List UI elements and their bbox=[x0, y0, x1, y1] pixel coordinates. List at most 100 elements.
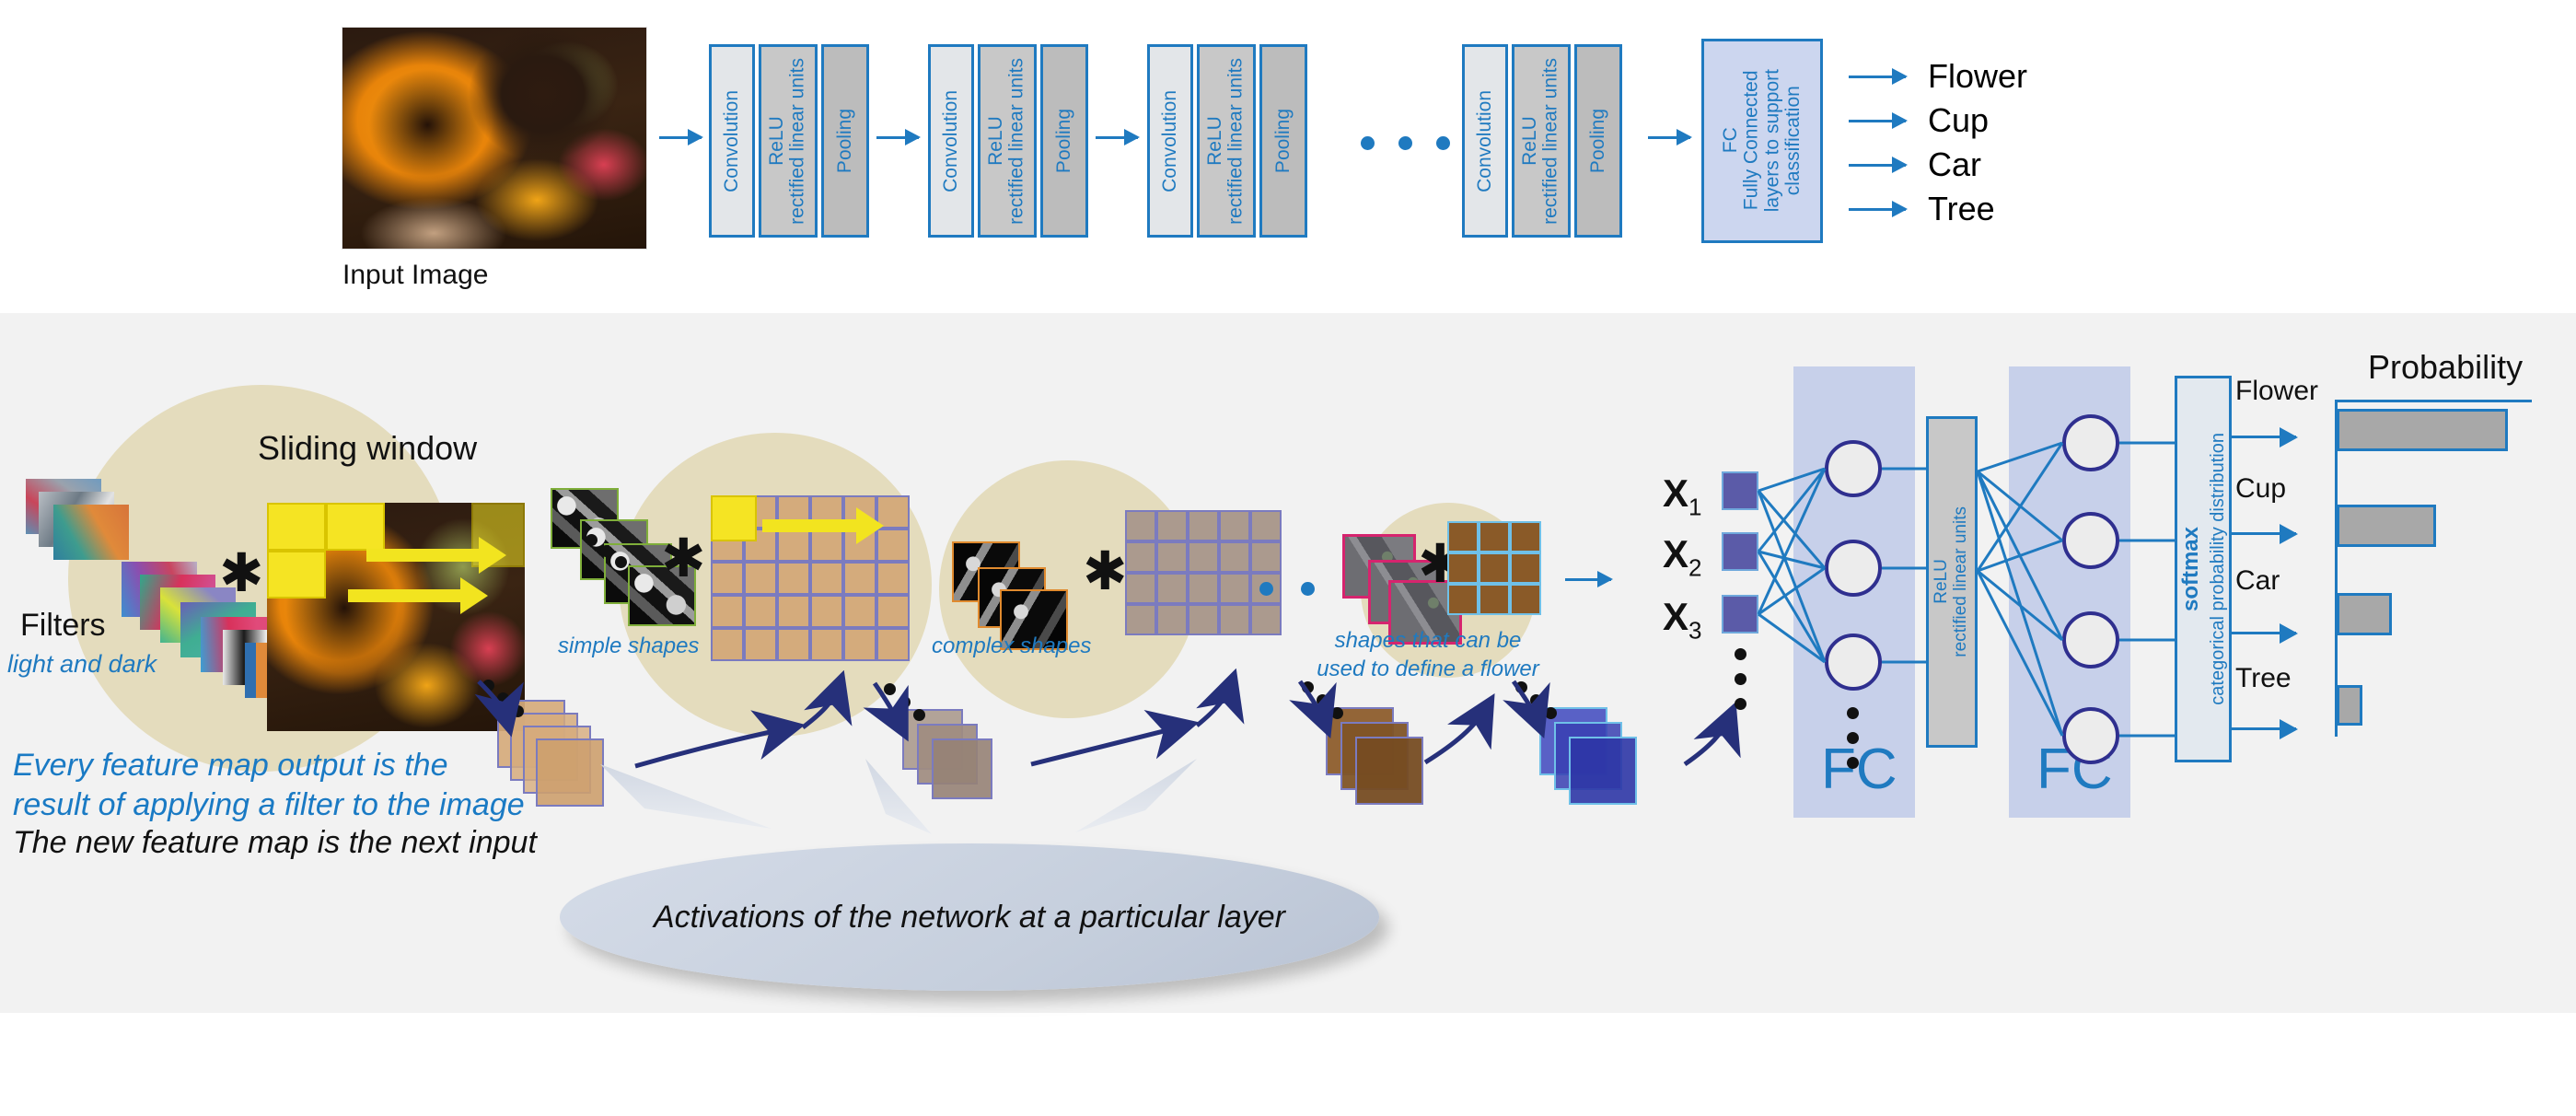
sliding-window-highlight-stage-2 bbox=[711, 495, 757, 541]
class-label-flower: Flower bbox=[2235, 376, 2319, 406]
sliding-window-cell-a bbox=[267, 503, 326, 551]
input-x1-label: X1 bbox=[1663, 471, 1702, 521]
activations-callout: Activations of the network at a particul… bbox=[560, 843, 1379, 991]
hidden-neuron-1 bbox=[1825, 440, 1882, 497]
output-neuron-flower bbox=[2062, 414, 2119, 471]
arrow-softmax-car bbox=[2232, 623, 2298, 644]
arrow-block2-to-block3 bbox=[1096, 129, 1140, 145]
feature-grid-stage-3 bbox=[1125, 510, 1282, 635]
softmax-label: softmax bbox=[2177, 526, 2203, 612]
filters-label: Filters bbox=[20, 608, 106, 643]
input-x3-label: X3 bbox=[1663, 595, 1702, 645]
output-neuron-car bbox=[2062, 611, 2119, 668]
arrow-block4-to-fc bbox=[1648, 129, 1692, 145]
relu-block-4-label: ReLU rectified linear units bbox=[1519, 57, 1561, 225]
convolution-operator-3: ✱ bbox=[1083, 541, 1128, 601]
stage-3-label: complex shapes bbox=[932, 634, 1092, 658]
output-label-flower: Flower bbox=[1928, 57, 2028, 95]
pool-block-2-label: Pooling bbox=[1052, 108, 1074, 174]
relu-block-3-label: ReLU rectified linear units bbox=[1204, 57, 1247, 225]
arrow-softmax-cup bbox=[2232, 524, 2298, 544]
input-x2-label: X2 bbox=[1663, 532, 1702, 582]
arrow-out-tree bbox=[1849, 201, 1908, 217]
feature-grid-stage-4 bbox=[1447, 521, 1541, 615]
output-label-cup: Cup bbox=[1928, 101, 1990, 139]
convolution-operator-1: ✱ bbox=[219, 543, 264, 603]
feature-map-stack-1-dots bbox=[482, 680, 538, 726]
arrow-stage4-to-fc bbox=[1565, 571, 1613, 587]
stage-2-label: simple shapes bbox=[558, 634, 700, 658]
relu-block-1: ReLU rectified linear units bbox=[759, 44, 818, 238]
softmax-bar: softmax categorical probability distribu… bbox=[2175, 376, 2232, 762]
fc-block-top-label: FC Fully Connected layers to support classi… bbox=[1719, 69, 1804, 213]
arrow-softmax-tree bbox=[2232, 719, 2298, 739]
pool-block-3: Pooling bbox=[1259, 44, 1307, 238]
conv-block-4: Convolution bbox=[1462, 44, 1508, 238]
input-vector-ellipsis bbox=[1735, 648, 1746, 710]
conv-block-3-label: Convolution bbox=[1158, 89, 1180, 192]
input-x2-box bbox=[1722, 532, 1758, 571]
probability-bar-tree bbox=[2337, 685, 2362, 726]
filter-stack-2-dots bbox=[586, 534, 659, 580]
pool-block-4-label: Pooling bbox=[1586, 108, 1608, 174]
footer-strip bbox=[0, 1013, 2576, 1116]
feature-map-caption-black: The new feature map is the next input bbox=[13, 825, 537, 860]
relu-block-4: ReLU rectified linear units bbox=[1512, 44, 1571, 238]
filters-sublabel: light and dark bbox=[7, 650, 157, 678]
output-label-car: Car bbox=[1928, 145, 1982, 183]
feature-map-stack-3-dots bbox=[1302, 681, 1357, 727]
arrow-out-flower bbox=[1849, 68, 1908, 85]
conv-block-2-label: Convolution bbox=[939, 89, 961, 192]
relu-block-2-label: ReLU rectified linear units bbox=[985, 57, 1027, 225]
conv-block-1: Convolution bbox=[709, 44, 755, 238]
fc-block-top: FC Fully Connected layers to support classi… bbox=[1701, 39, 1823, 243]
feature-map-stack-4-dots bbox=[1515, 681, 1571, 727]
probability-bar-cup bbox=[2337, 505, 2436, 547]
input-x1-box bbox=[1722, 471, 1758, 510]
sliding-window-cell-c bbox=[326, 503, 385, 551]
output-neuron-cup bbox=[2062, 512, 2119, 569]
output-neuron-tree bbox=[2062, 707, 2119, 764]
class-label-cup: Cup bbox=[2235, 473, 2287, 504]
softmax-sublabel: categorical probability distribution bbox=[2207, 433, 2228, 705]
input-x3-box bbox=[1722, 595, 1758, 634]
pipeline-ellipsis bbox=[1361, 136, 1450, 150]
pool-block-2: Pooling bbox=[1040, 44, 1088, 238]
pool-block-4: Pooling bbox=[1574, 44, 1622, 238]
stage-4-caption: shapes that can be used to define a flowe… bbox=[1317, 628, 1539, 682]
relu-block-1-label: ReLU rectified linear units bbox=[766, 57, 808, 225]
conv-block-1-label: Convolution bbox=[720, 89, 742, 192]
conv-block-4-label: Convolution bbox=[1473, 89, 1495, 192]
pool-block-3-label: Pooling bbox=[1271, 108, 1294, 174]
arrow-block1-to-block2 bbox=[876, 129, 921, 145]
arrow-softmax-flower bbox=[2232, 427, 2298, 448]
class-label-tree: Tree bbox=[2235, 663, 2292, 693]
conv-block-2: Convolution bbox=[928, 44, 974, 238]
relu-bar-fc: ReLU rectified linear units bbox=[1926, 416, 1978, 748]
probability-bar-flower bbox=[2337, 409, 2508, 451]
feature-map-stack-2-dots bbox=[884, 683, 939, 729]
class-label-car: Car bbox=[2235, 565, 2280, 596]
arrow-out-car bbox=[1849, 157, 1908, 173]
probability-chart-title: Probability bbox=[2368, 348, 2524, 386]
output-label-tree: Tree bbox=[1928, 190, 1995, 227]
sliding-window-label: Sliding window bbox=[258, 429, 478, 467]
conv-block-3: Convolution bbox=[1147, 44, 1193, 238]
relu-block-3: ReLU rectified linear units bbox=[1197, 44, 1256, 238]
arrow-out-cup bbox=[1849, 112, 1908, 129]
probability-bar-car bbox=[2337, 593, 2392, 635]
pool-block-1: Pooling bbox=[821, 44, 869, 238]
scan-arrow-stage-2 bbox=[762, 507, 884, 544]
relu-bar-fc-label: ReLU rectified linear units bbox=[1932, 506, 1970, 657]
hidden-neuron-3 bbox=[1825, 634, 1882, 691]
sliding-window-cell-b bbox=[267, 551, 326, 599]
scan-arrow-row-1 bbox=[366, 537, 506, 574]
fc-band-1-label: FC bbox=[1821, 738, 1897, 801]
feature-map-caption-blue: Every feature map output is the result of… bbox=[13, 748, 525, 822]
scan-arrow-row-2 bbox=[348, 577, 488, 614]
input-image-label: Input Image bbox=[342, 260, 489, 290]
input-image-thumbnail bbox=[342, 28, 646, 249]
hidden-layer-ellipsis bbox=[1847, 707, 1859, 769]
convolution-operator-2: ✱ bbox=[661, 529, 706, 588]
activations-callout-text: Activations of the network at a particul… bbox=[654, 899, 1285, 935]
